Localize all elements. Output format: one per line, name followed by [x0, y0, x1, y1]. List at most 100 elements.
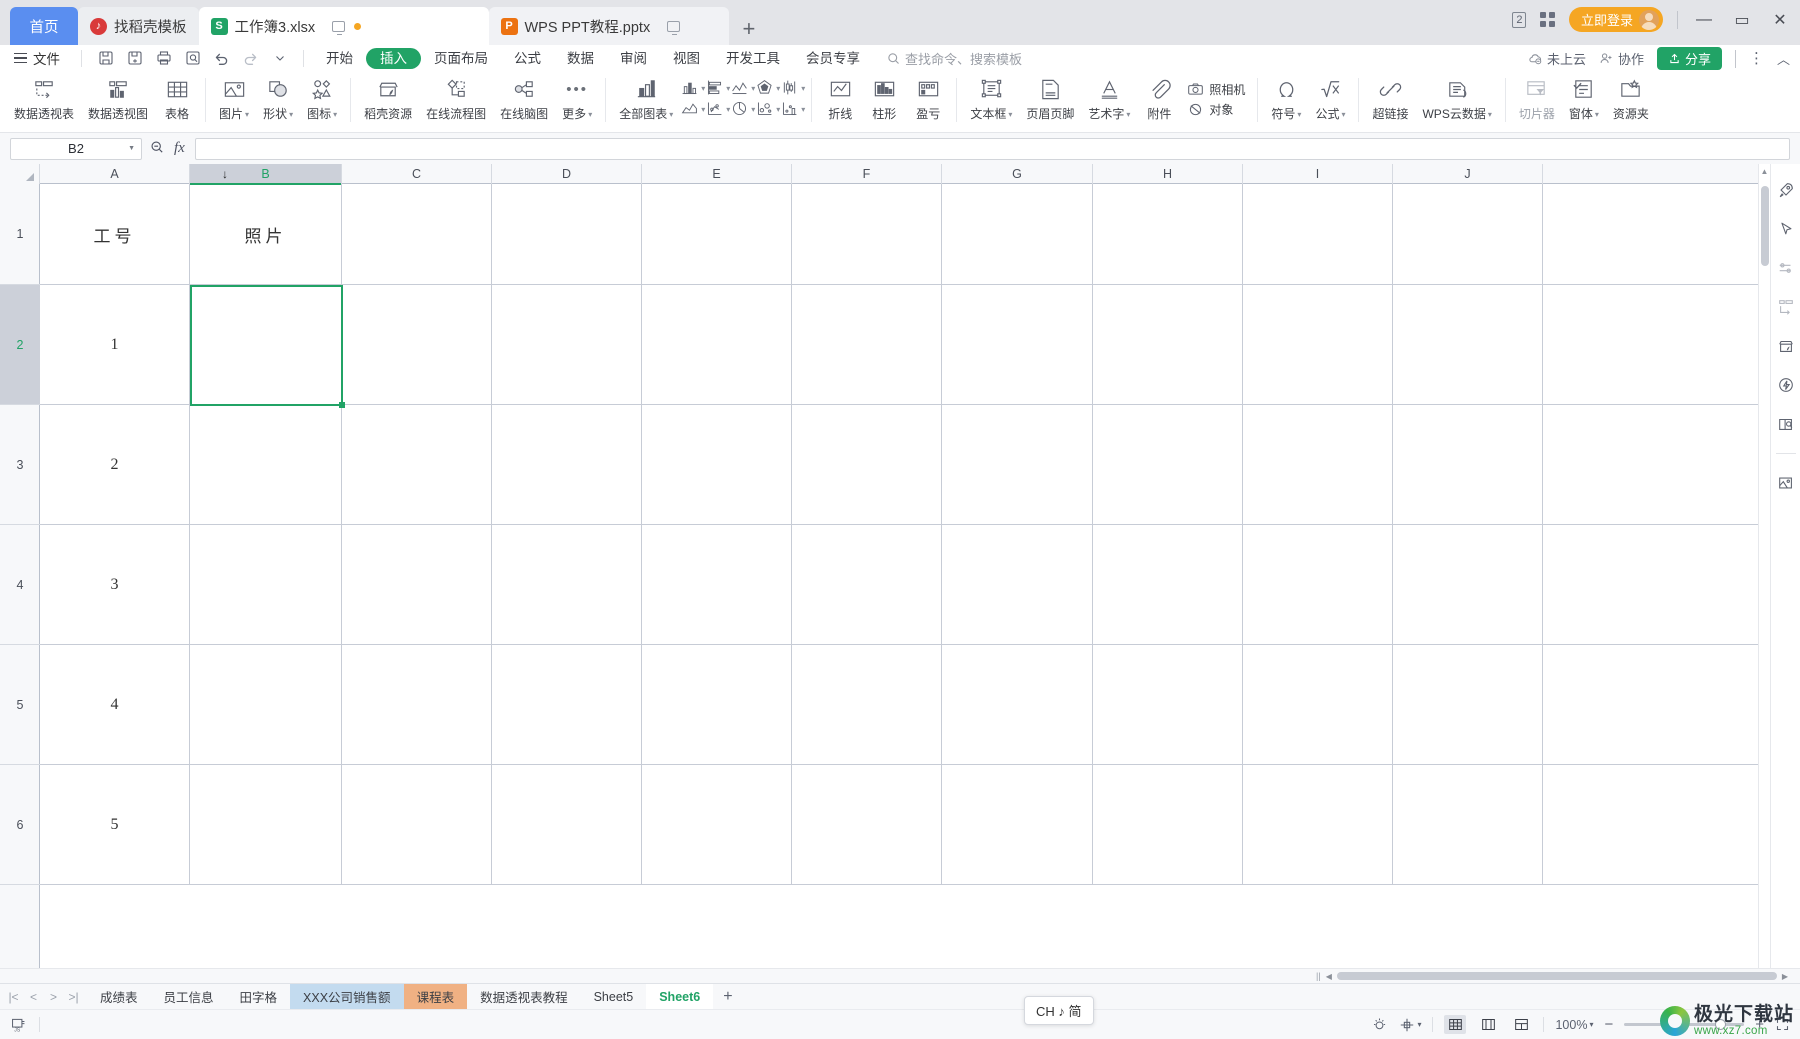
- chevron-down-icon[interactable]: ▼: [128, 145, 135, 152]
- cell-a4[interactable]: 3: [40, 525, 190, 644]
- name-box[interactable]: B2 ▼: [10, 137, 142, 160]
- header-footer-button[interactable]: 页眉页脚: [1019, 72, 1081, 130]
- pivot-icon[interactable]: [1776, 297, 1796, 317]
- cell-c2[interactable]: [342, 285, 492, 404]
- collaborate-button[interactable]: 协作: [1599, 49, 1644, 68]
- tab-start[interactable]: 开始: [313, 48, 366, 69]
- sparkline-column-button[interactable]: 柱形: [862, 72, 906, 130]
- cell-f6[interactable]: [792, 765, 942, 884]
- row-header-3[interactable]: 3: [0, 405, 40, 525]
- print-preview-icon[interactable]: [182, 48, 203, 69]
- cell-g2[interactable]: [942, 285, 1093, 404]
- cell-c6[interactable]: [342, 765, 492, 884]
- stock-chart-button[interactable]: ▾: [780, 78, 805, 97]
- zoom-slider[interactable]: [1624, 1019, 1745, 1030]
- more-options-icon[interactable]: ⋮: [1749, 51, 1764, 66]
- scroll-right-icon[interactable]: ▶: [1782, 972, 1788, 981]
- hyperlink-button[interactable]: 超链接: [1365, 72, 1415, 130]
- tab-ppt-tutorial[interactable]: P WPS PPT教程.pptx: [488, 7, 729, 45]
- cell-g1[interactable]: [942, 184, 1093, 284]
- pivot-table-button[interactable]: 数据透视表: [7, 72, 81, 130]
- close-button[interactable]: ✕: [1768, 10, 1792, 30]
- tab-review[interactable]: 审阅: [607, 48, 660, 69]
- cell-f1[interactable]: [792, 184, 942, 284]
- settings-slider-icon[interactable]: [1776, 258, 1796, 278]
- app-grid-icon[interactable]: [1539, 12, 1555, 27]
- cell-j2[interactable]: [1393, 285, 1543, 404]
- last-sheet-icon[interactable]: >|: [64, 990, 83, 1004]
- sparkline-winloss-button[interactable]: 盈亏: [906, 72, 950, 130]
- sheet-tab-pivot-tutorial[interactable]: 数据透视表教程: [467, 984, 581, 1009]
- cell-e4[interactable]: [642, 525, 792, 644]
- cell-j4[interactable]: [1393, 525, 1543, 644]
- cell-d6[interactable]: [492, 765, 642, 884]
- hamburger-icon[interactable]: [14, 52, 27, 64]
- area-chart-button[interactable]: ▾: [680, 99, 705, 118]
- more-button[interactable]: ••• 更多 ▾: [555, 72, 599, 130]
- print-icon[interactable]: [153, 48, 174, 69]
- cell-i4[interactable]: [1243, 525, 1393, 644]
- sheet-tab-sheet5[interactable]: Sheet5: [581, 984, 647, 1009]
- symbol-button[interactable]: 符号 ▾: [1264, 72, 1308, 130]
- cell-i6[interactable]: [1243, 765, 1393, 884]
- grid[interactable]: A ↓ B C D E F G H I J 1 2 3 4 5 6 工号 照片 …: [0, 164, 1758, 968]
- maximize-button[interactable]: ▭: [1730, 10, 1754, 30]
- ime-indicator[interactable]: CH ♪ 简: [1024, 996, 1094, 1025]
- page-break-view-button[interactable]: [1510, 1015, 1532, 1034]
- camera-button[interactable]: 照相机: [1187, 81, 1245, 98]
- zoom-in-button[interactable]: +: [1755, 1016, 1764, 1033]
- cell-a3[interactable]: 2: [40, 405, 190, 524]
- cell-e5[interactable]: [642, 645, 792, 764]
- horizontal-scroll-thumb[interactable]: [1336, 972, 1777, 980]
- book-search-icon[interactable]: [1776, 414, 1796, 434]
- lightning-idea-icon[interactable]: [1776, 375, 1796, 395]
- vertical-scroll-thumb[interactable]: [1761, 186, 1769, 266]
- cell-d4[interactable]: [492, 525, 642, 644]
- monitor-icon[interactable]: [667, 20, 681, 35]
- cell-b2[interactable]: [190, 285, 342, 404]
- cell-f3[interactable]: [792, 405, 942, 524]
- new-tab-button[interactable]: +: [743, 16, 756, 42]
- form-button[interactable]: 窗体 ▾: [1562, 72, 1606, 130]
- tab-developer-tools[interactable]: 开发工具: [713, 48, 793, 69]
- normal-view-button[interactable]: [1444, 1015, 1467, 1034]
- sheet-tab-sheet6[interactable]: Sheet6: [646, 984, 714, 1009]
- cell-j3[interactable]: [1393, 405, 1543, 524]
- cell-j6[interactable]: [1393, 765, 1543, 884]
- dock-resource-button[interactable]: 稻壳资源: [357, 72, 419, 130]
- pie-chart-button[interactable]: ▾: [730, 99, 755, 118]
- fullscreen-icon[interactable]: [1775, 1017, 1790, 1032]
- tab-member-exclusive[interactable]: 会员专享: [793, 48, 873, 69]
- sheet-tab-chengjibiao[interactable]: 成绩表: [87, 984, 151, 1009]
- line-chart-button[interactable]: ▾: [730, 78, 755, 97]
- tab-formula[interactable]: 公式: [501, 48, 554, 69]
- cell-b1[interactable]: 照片: [190, 184, 342, 284]
- cell-b4[interactable]: [190, 525, 342, 644]
- bubble-chart-button[interactable]: ▾: [755, 99, 780, 118]
- minimize-button[interactable]: —: [1692, 11, 1716, 29]
- row-header-1[interactable]: 1: [0, 184, 40, 285]
- cell-f5[interactable]: [792, 645, 942, 764]
- column-header-g[interactable]: G: [942, 164, 1093, 184]
- zoom-out-button[interactable]: −: [1604, 1016, 1613, 1033]
- attachment-button[interactable]: 附件: [1137, 72, 1181, 130]
- tab-home[interactable]: 首页: [10, 7, 78, 45]
- monitor-icon[interactable]: [332, 20, 346, 35]
- vertical-scrollbar[interactable]: ▲: [1758, 164, 1770, 968]
- cell-c5[interactable]: [342, 645, 492, 764]
- image-tool-icon[interactable]: [1776, 473, 1796, 493]
- tab-page-layout[interactable]: 页面布局: [421, 48, 501, 69]
- cell-f4[interactable]: [792, 525, 942, 644]
- object-button[interactable]: 对象: [1187, 101, 1245, 118]
- icons-button[interactable]: 图标 ▾: [300, 72, 344, 130]
- save-as-icon[interactable]: [124, 48, 145, 69]
- sheet-tab-kechengbiao[interactable]: 课程表: [403, 984, 468, 1009]
- column-header-a[interactable]: A: [40, 164, 190, 184]
- split-handle[interactable]: ||: [1316, 971, 1321, 981]
- login-button[interactable]: 立即登录: [1568, 7, 1663, 32]
- formula-input[interactable]: [194, 137, 1790, 160]
- eye-protect-icon[interactable]: [1371, 1016, 1388, 1033]
- cell-h1[interactable]: [1093, 184, 1243, 284]
- cell-c1[interactable]: [342, 184, 492, 284]
- cell-h2[interactable]: [1093, 285, 1243, 404]
